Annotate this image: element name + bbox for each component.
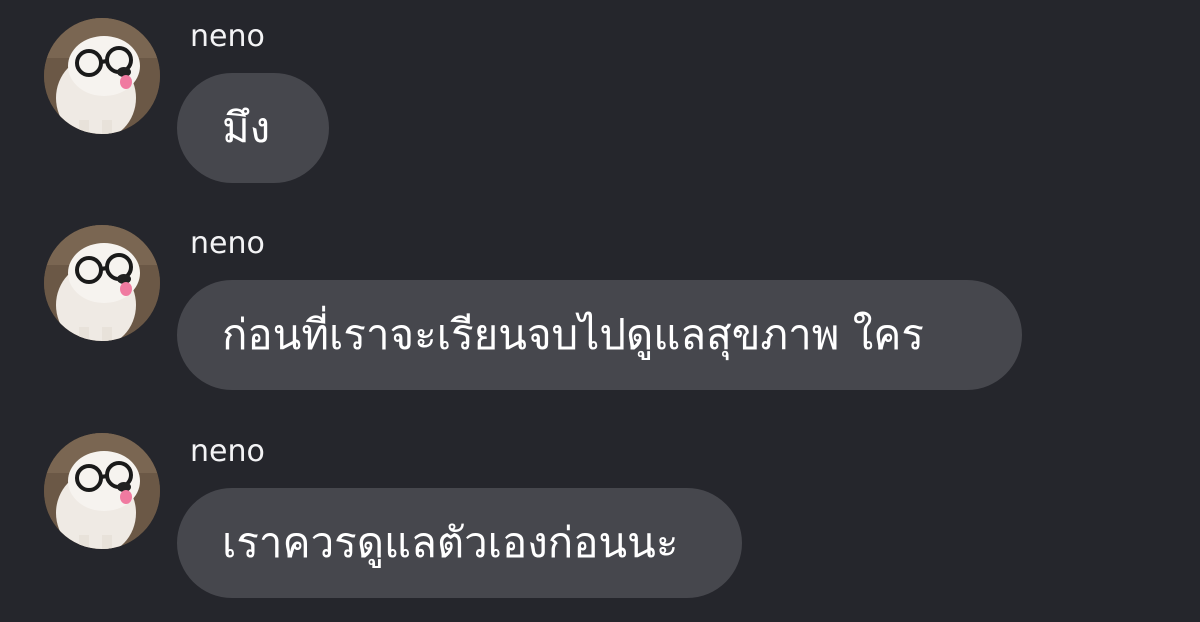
dog-with-glasses-avatar-image [44, 433, 160, 549]
avatar[interactable] [44, 433, 160, 549]
message-bubble[interactable]: ก่อนที่เราจะเรียนจบไปดูแลสุขภาพ ใคร [177, 280, 1022, 390]
chat-message: neno ก่อนที่เราจะเรียนจบไปดูแลสุขภาพ ใคร [0, 224, 1200, 414]
dog-with-glasses-avatar-image [44, 18, 160, 134]
sender-name: neno [190, 434, 265, 469]
sender-name: neno [190, 19, 265, 54]
chat-thread: neno มึง neno ก่อนที่เราจะเรียนจบไปดูแลส… [0, 0, 1200, 612]
chat-message: neno มึง [0, 17, 1200, 207]
dog-with-glasses-avatar-image [44, 225, 160, 341]
avatar[interactable] [44, 18, 160, 134]
message-bubble[interactable]: เราควรดูแลตัวเองก่อนนะ [177, 488, 742, 598]
avatar[interactable] [44, 225, 160, 341]
sender-name: neno [190, 226, 265, 261]
chat-message: neno เราควรดูแลตัวเองก่อนนะ [0, 432, 1200, 622]
message-bubble[interactable]: มึง [177, 73, 329, 183]
